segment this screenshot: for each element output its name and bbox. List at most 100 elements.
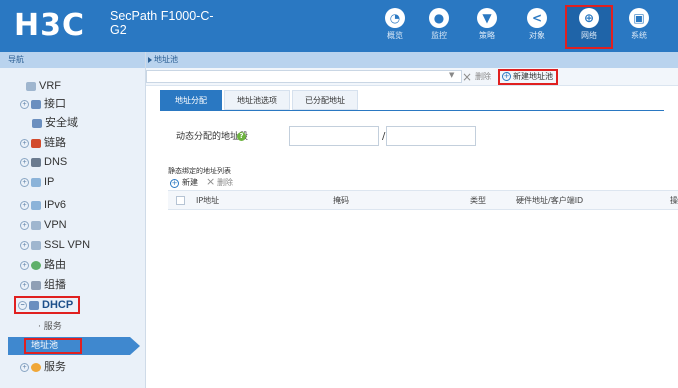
multicast-icon (31, 280, 41, 290)
range-start-input[interactable] (289, 126, 379, 146)
expand-icon[interactable]: + (20, 157, 29, 167)
help-icon[interactable]: ? (237, 132, 246, 141)
sidebar-item-vpn[interactable]: + VPN (20, 216, 67, 234)
breadcrumb: 地址池 (154, 55, 178, 64)
breadcrumb-bar: 地址池 (146, 52, 678, 68)
sidebar-item-link[interactable]: + 链路 (20, 134, 66, 152)
main-content: 地址池 ▼ × 删除 + 新建地址池 地址分配 地址池选项 已分配地址 动态分配… (146, 52, 678, 388)
delete-button[interactable]: 删除 (475, 70, 491, 84)
expand-icon[interactable]: + (20, 260, 29, 270)
column-ip-address[interactable]: IP地址 (196, 191, 219, 211)
static-list-title: 静态绑定的地址列表 (168, 167, 231, 175)
expand-icon[interactable]: + (20, 362, 29, 372)
sidebar-item-label: 安全域 (45, 117, 78, 129)
pool-select[interactable] (146, 70, 462, 83)
sidebar-subitem-label: 地址池 (31, 341, 59, 351)
nav-overview[interactable]: ◔ 概览 (372, 6, 418, 48)
new-binding-button[interactable]: 新建 (182, 177, 198, 189)
sidebar-item-routing[interactable]: + 路由 (20, 256, 66, 274)
monitor-icon: ● (429, 8, 449, 28)
nav-system[interactable]: ▣ 系统 (616, 6, 662, 48)
network-icon: ⊕ (579, 8, 599, 28)
sidebar-item-services[interactable]: + 服务 (20, 358, 66, 376)
tab-address-allocation[interactable]: 地址分配 (160, 90, 222, 110)
sidebar-item-label: 服务 (44, 361, 66, 373)
expand-icon[interactable]: + (20, 240, 29, 250)
delete-icon[interactable]: × (206, 176, 215, 188)
sidebar-item-ipv6[interactable]: + IPv6 (20, 196, 66, 214)
toolbar: ▼ × 删除 + 新建地址池 (146, 68, 678, 86)
ipv6-icon (31, 200, 41, 210)
expand-icon[interactable]: + (20, 220, 29, 230)
range-separator: / (382, 131, 386, 142)
add-icon[interactable]: + (502, 72, 511, 81)
ssl-vpn-icon (31, 240, 41, 250)
nav-object-label: 对象 (529, 31, 545, 40)
expand-icon[interactable]: + (20, 200, 29, 210)
sidebar-item-ssl-vpn[interactable]: + SSL VPN (20, 236, 90, 254)
column-hardware-address[interactable]: 硬件地址/客户端ID (516, 191, 583, 211)
tab-assigned-addresses[interactable]: 已分配地址 (292, 90, 358, 110)
sidebar-item-label: 接口 (44, 98, 66, 110)
sidebar-item-label: 链路 (44, 137, 66, 149)
h3c-logo: H3C (14, 8, 85, 43)
sidebar-item-dns[interactable]: + DNS (20, 153, 67, 171)
sidebar-item-multicast[interactable]: + 组播 (20, 276, 66, 294)
sidebar-item-label: SSL VPN (44, 239, 91, 251)
policy-icon: ▼ (477, 8, 497, 28)
select-all-checkbox[interactable] (176, 196, 185, 205)
sidebar-item-label: DHCP (42, 299, 74, 311)
column-type[interactable]: 类型 (470, 191, 486, 211)
sidebar-subitem-service[interactable]: · 服务 (38, 320, 62, 334)
vpn-icon (31, 220, 41, 230)
services-icon (31, 362, 41, 372)
nav-network[interactable]: ⊕ 网络 (565, 5, 613, 49)
ip-icon (31, 177, 41, 187)
expand-icon[interactable]: + (20, 138, 29, 148)
delete-binding-button[interactable]: 删除 (217, 177, 233, 189)
nav-system-label: 系统 (631, 31, 647, 40)
nav-overview-label: 概览 (387, 31, 403, 40)
add-icon[interactable]: + (170, 179, 179, 188)
sidebar-item-label: DNS (44, 156, 68, 168)
delete-icon[interactable]: × (462, 70, 472, 84)
vrf-icon (26, 81, 36, 91)
column-actions[interactable]: 操 (670, 191, 678, 211)
nav-object[interactable]: < 对象 (514, 6, 560, 48)
sidebar-item-interface[interactable]: + 接口 (20, 95, 66, 113)
link-icon (31, 138, 41, 148)
nav-network-label: 网络 (581, 31, 597, 40)
routing-icon (31, 260, 41, 270)
expand-icon[interactable]: + (20, 177, 29, 187)
new-pool-button[interactable]: 新建地址池 (513, 70, 553, 84)
nav-policy[interactable]: ▼ 策略 (464, 6, 510, 48)
tab-pool-options[interactable]: 地址池选项 (224, 90, 290, 110)
sidebar-item-label: IPv6 (44, 199, 67, 211)
table-header: IP地址 掩码 类型 硬件地址/客户端ID 操 (168, 190, 678, 210)
expand-icon[interactable]: + (20, 280, 29, 290)
active-arrow (130, 337, 140, 355)
dashboard-icon: ◔ (385, 8, 405, 28)
sidebar-item-label: 组播 (44, 279, 66, 291)
sidebar-item-vrf[interactable]: VRF (26, 77, 61, 95)
object-icon: < (527, 8, 547, 28)
expand-icon[interactable]: + (20, 99, 29, 109)
sidebar-item-security-zone[interactable]: 安全域 (32, 114, 78, 132)
nav-monitor[interactable]: ● 监控 (416, 6, 462, 48)
interface-icon (31, 99, 41, 109)
product-name: SecPath F1000-C-G2 (110, 9, 214, 37)
column-mask[interactable]: 掩码 (333, 191, 349, 211)
sidebar-item-label: IP (44, 176, 55, 188)
collapse-icon[interactable]: − (18, 300, 27, 310)
security-zone-icon (32, 118, 42, 128)
range-mask-input[interactable] (386, 126, 476, 146)
sidebar-header: 导航 (0, 52, 145, 68)
tab-underline (160, 110, 664, 111)
chevron-down-icon[interactable]: ▼ (449, 71, 454, 79)
sidebar-subitem-label: 服务 (43, 322, 62, 332)
nav-monitor-label: 监控 (431, 31, 447, 40)
sidebar-item-ip[interactable]: + IP (20, 173, 54, 191)
sidebar-item-label: VRF (39, 80, 61, 92)
sidebar-item-label: VPN (44, 219, 67, 231)
sidebar-item-dhcp[interactable]: − DHCP (16, 298, 78, 316)
